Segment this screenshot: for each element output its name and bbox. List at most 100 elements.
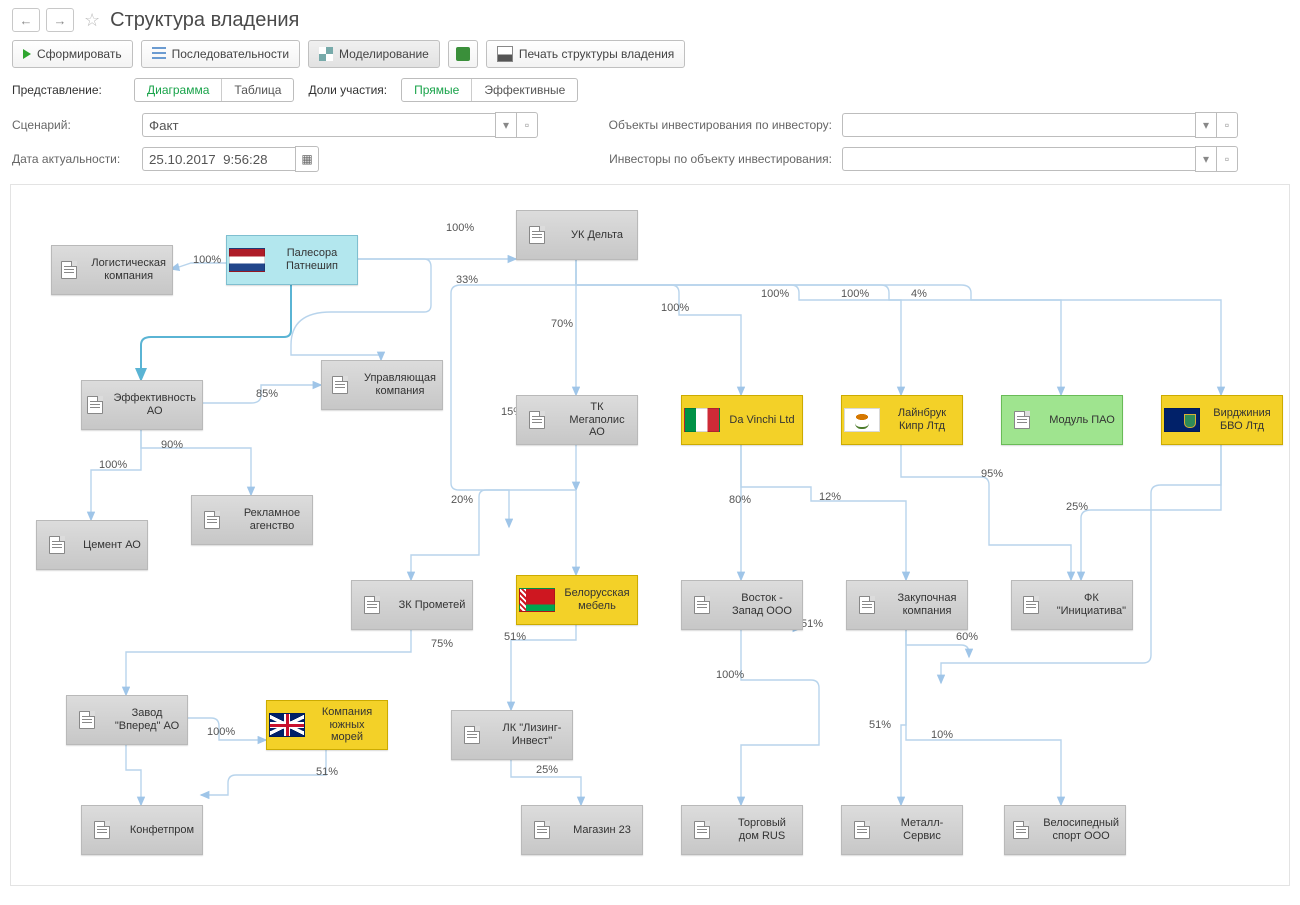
- document-icon: [87, 396, 103, 414]
- view-diagram[interactable]: Диаграмма: [135, 79, 221, 101]
- scenario-input[interactable]: [142, 113, 495, 137]
- investors-by-obj-label: Инвесторы по объекту инвестирования:: [572, 152, 832, 166]
- document-icon: [1014, 411, 1030, 429]
- calendar-icon[interactable]: ▦: [295, 146, 319, 172]
- view-table[interactable]: Таблица: [221, 79, 293, 101]
- node-vpered[interactable]: Завод "Вперед" АО: [66, 695, 188, 745]
- book-button[interactable]: [448, 40, 478, 68]
- node-palesora[interactable]: Палесора Патнешип: [226, 235, 358, 285]
- sequences-button[interactable]: Последовательности: [141, 40, 300, 68]
- form-button[interactable]: Сформировать: [12, 40, 133, 68]
- node-label: ФК "Инициатива": [1051, 592, 1132, 617]
- back-button[interactable]: ←: [12, 8, 40, 32]
- play-icon: [23, 49, 31, 59]
- node-logistics[interactable]: Логистическая компания: [51, 245, 173, 295]
- node-label: Закупочная компания: [887, 592, 967, 617]
- inv-dropdown-icon[interactable]: ▾: [1195, 146, 1216, 172]
- date-input[interactable]: [142, 147, 295, 171]
- modeling-button[interactable]: Моделирование: [308, 40, 440, 68]
- shares-direct[interactable]: Прямые: [402, 79, 471, 101]
- node-modul[interactable]: Модуль ПАО: [1001, 395, 1123, 445]
- forward-button[interactable]: →: [46, 8, 74, 32]
- node-label: Завод "Вперед" АО: [107, 707, 187, 732]
- document-icon: [79, 711, 95, 729]
- scenario-open-icon[interactable]: ▫: [516, 112, 538, 138]
- node-adagency[interactable]: Рекламное агенство: [191, 495, 313, 545]
- document-icon: [364, 596, 380, 614]
- document-icon: [464, 726, 480, 744]
- obj-by-investor-input[interactable]: [842, 113, 1195, 137]
- date-label: Дата актуальности:: [12, 152, 132, 166]
- investors-by-obj-input[interactable]: [842, 147, 1195, 171]
- svg-text:70%: 70%: [551, 318, 573, 330]
- node-label: Восток - Запад ООО: [722, 592, 802, 617]
- favorite-star-icon[interactable]: ☆: [84, 10, 100, 31]
- modeling-label: Моделирование: [339, 47, 429, 61]
- node-davinci[interactable]: Da Vinchi Ltd: [681, 395, 803, 445]
- node-prometey[interactable]: ЗК Прометей: [351, 580, 473, 630]
- svg-text:100%: 100%: [716, 669, 744, 681]
- shares-effective[interactable]: Эффективные: [471, 79, 577, 101]
- flag-by-icon: [519, 588, 555, 612]
- svg-text:12%: 12%: [819, 491, 841, 503]
- svg-text:10%: 10%: [931, 729, 953, 741]
- svg-text:25%: 25%: [536, 764, 558, 776]
- scenario-dropdown-icon[interactable]: ▾: [495, 112, 516, 138]
- investors-by-obj-combo: ▾ ▫: [842, 146, 1288, 172]
- node-konfet[interactable]: Конфетпром: [81, 805, 203, 855]
- book-icon: [456, 47, 470, 61]
- node-label: Белорусская мебель: [557, 587, 637, 612]
- print-button[interactable]: Печать структуры владения: [486, 40, 685, 68]
- print-icon: [497, 46, 513, 62]
- view-label: Представление:: [12, 83, 120, 97]
- document-icon: [694, 821, 710, 839]
- print-label: Печать структуры владения: [519, 47, 674, 61]
- node-label: ЗК Прометей: [392, 599, 472, 612]
- node-cement[interactable]: Цемент АО: [36, 520, 148, 570]
- flag-cy-icon: [844, 408, 880, 432]
- inv-open-icon[interactable]: ▫: [1216, 146, 1238, 172]
- svg-text:100%: 100%: [99, 459, 127, 471]
- node-virgin[interactable]: Вирджиния БВО Лтд: [1161, 395, 1283, 445]
- sequences-label: Последовательности: [172, 47, 289, 61]
- node-fk_init[interactable]: ФК "Инициатива": [1011, 580, 1133, 630]
- node-label: Вирджиния БВО Лтд: [1202, 407, 1282, 432]
- node-uk_delta[interactable]: УК Дельта: [516, 210, 638, 260]
- node-metall[interactable]: Металл-Сервис: [841, 805, 963, 855]
- obj-by-investor-label: Объекты инвестирования по инвестору:: [572, 118, 832, 132]
- node-mag23[interactable]: Магазин 23: [521, 805, 643, 855]
- diagram-canvas[interactable]: 100%100%90%100%33%85%70%100%100%100%4%15…: [10, 184, 1290, 886]
- obj-dropdown-icon[interactable]: ▾: [1195, 112, 1216, 138]
- node-velo[interactable]: Велосипедный спорт ООО: [1004, 805, 1126, 855]
- svg-text:51%: 51%: [869, 719, 891, 731]
- node-belarus[interactable]: Белорусская мебель: [516, 575, 638, 625]
- page-title: Структура владения: [110, 9, 299, 32]
- flag-nl-icon: [229, 248, 265, 272]
- document-icon: [854, 821, 870, 839]
- node-label: ЛК "Лизинг-Инвест": [492, 722, 572, 747]
- node-label: Торговый дом RUS: [722, 817, 802, 842]
- node-mgmt[interactable]: Управляющая компания: [321, 360, 443, 410]
- node-vostok[interactable]: Восток - Запад ООО: [681, 580, 803, 630]
- svg-text:100%: 100%: [193, 254, 221, 266]
- node-eff_ao[interactable]: Эффективность АО: [81, 380, 203, 430]
- svg-text:60%: 60%: [956, 631, 978, 643]
- svg-text:95%: 95%: [981, 468, 1003, 480]
- node-kym[interactable]: Компания южных морей: [266, 700, 388, 750]
- flag-vg-icon: [1164, 408, 1200, 432]
- node-torgdom[interactable]: Торговый дом RUS: [681, 805, 803, 855]
- node-label: УК Дельта: [557, 229, 637, 242]
- scenario-combo: ▾ ▫: [142, 112, 562, 138]
- document-icon: [332, 376, 348, 394]
- svg-text:33%: 33%: [456, 274, 478, 286]
- svg-text:4%: 4%: [911, 288, 927, 300]
- node-label: Эффективность АО: [107, 392, 202, 417]
- obj-open-icon[interactable]: ▫: [1216, 112, 1238, 138]
- node-tk_mega[interactable]: ТК Мегаполис АО: [516, 395, 638, 445]
- node-label: Лайнбрук Кипр Лтд: [882, 407, 962, 432]
- node-zakup[interactable]: Закупочная компания: [846, 580, 968, 630]
- node-lainbruk[interactable]: Лайнбрук Кипр Лтд: [841, 395, 963, 445]
- document-icon: [529, 411, 545, 429]
- node-label: Рекламное агенство: [232, 507, 312, 532]
- node-lizing[interactable]: ЛК "Лизинг-Инвест": [451, 710, 573, 760]
